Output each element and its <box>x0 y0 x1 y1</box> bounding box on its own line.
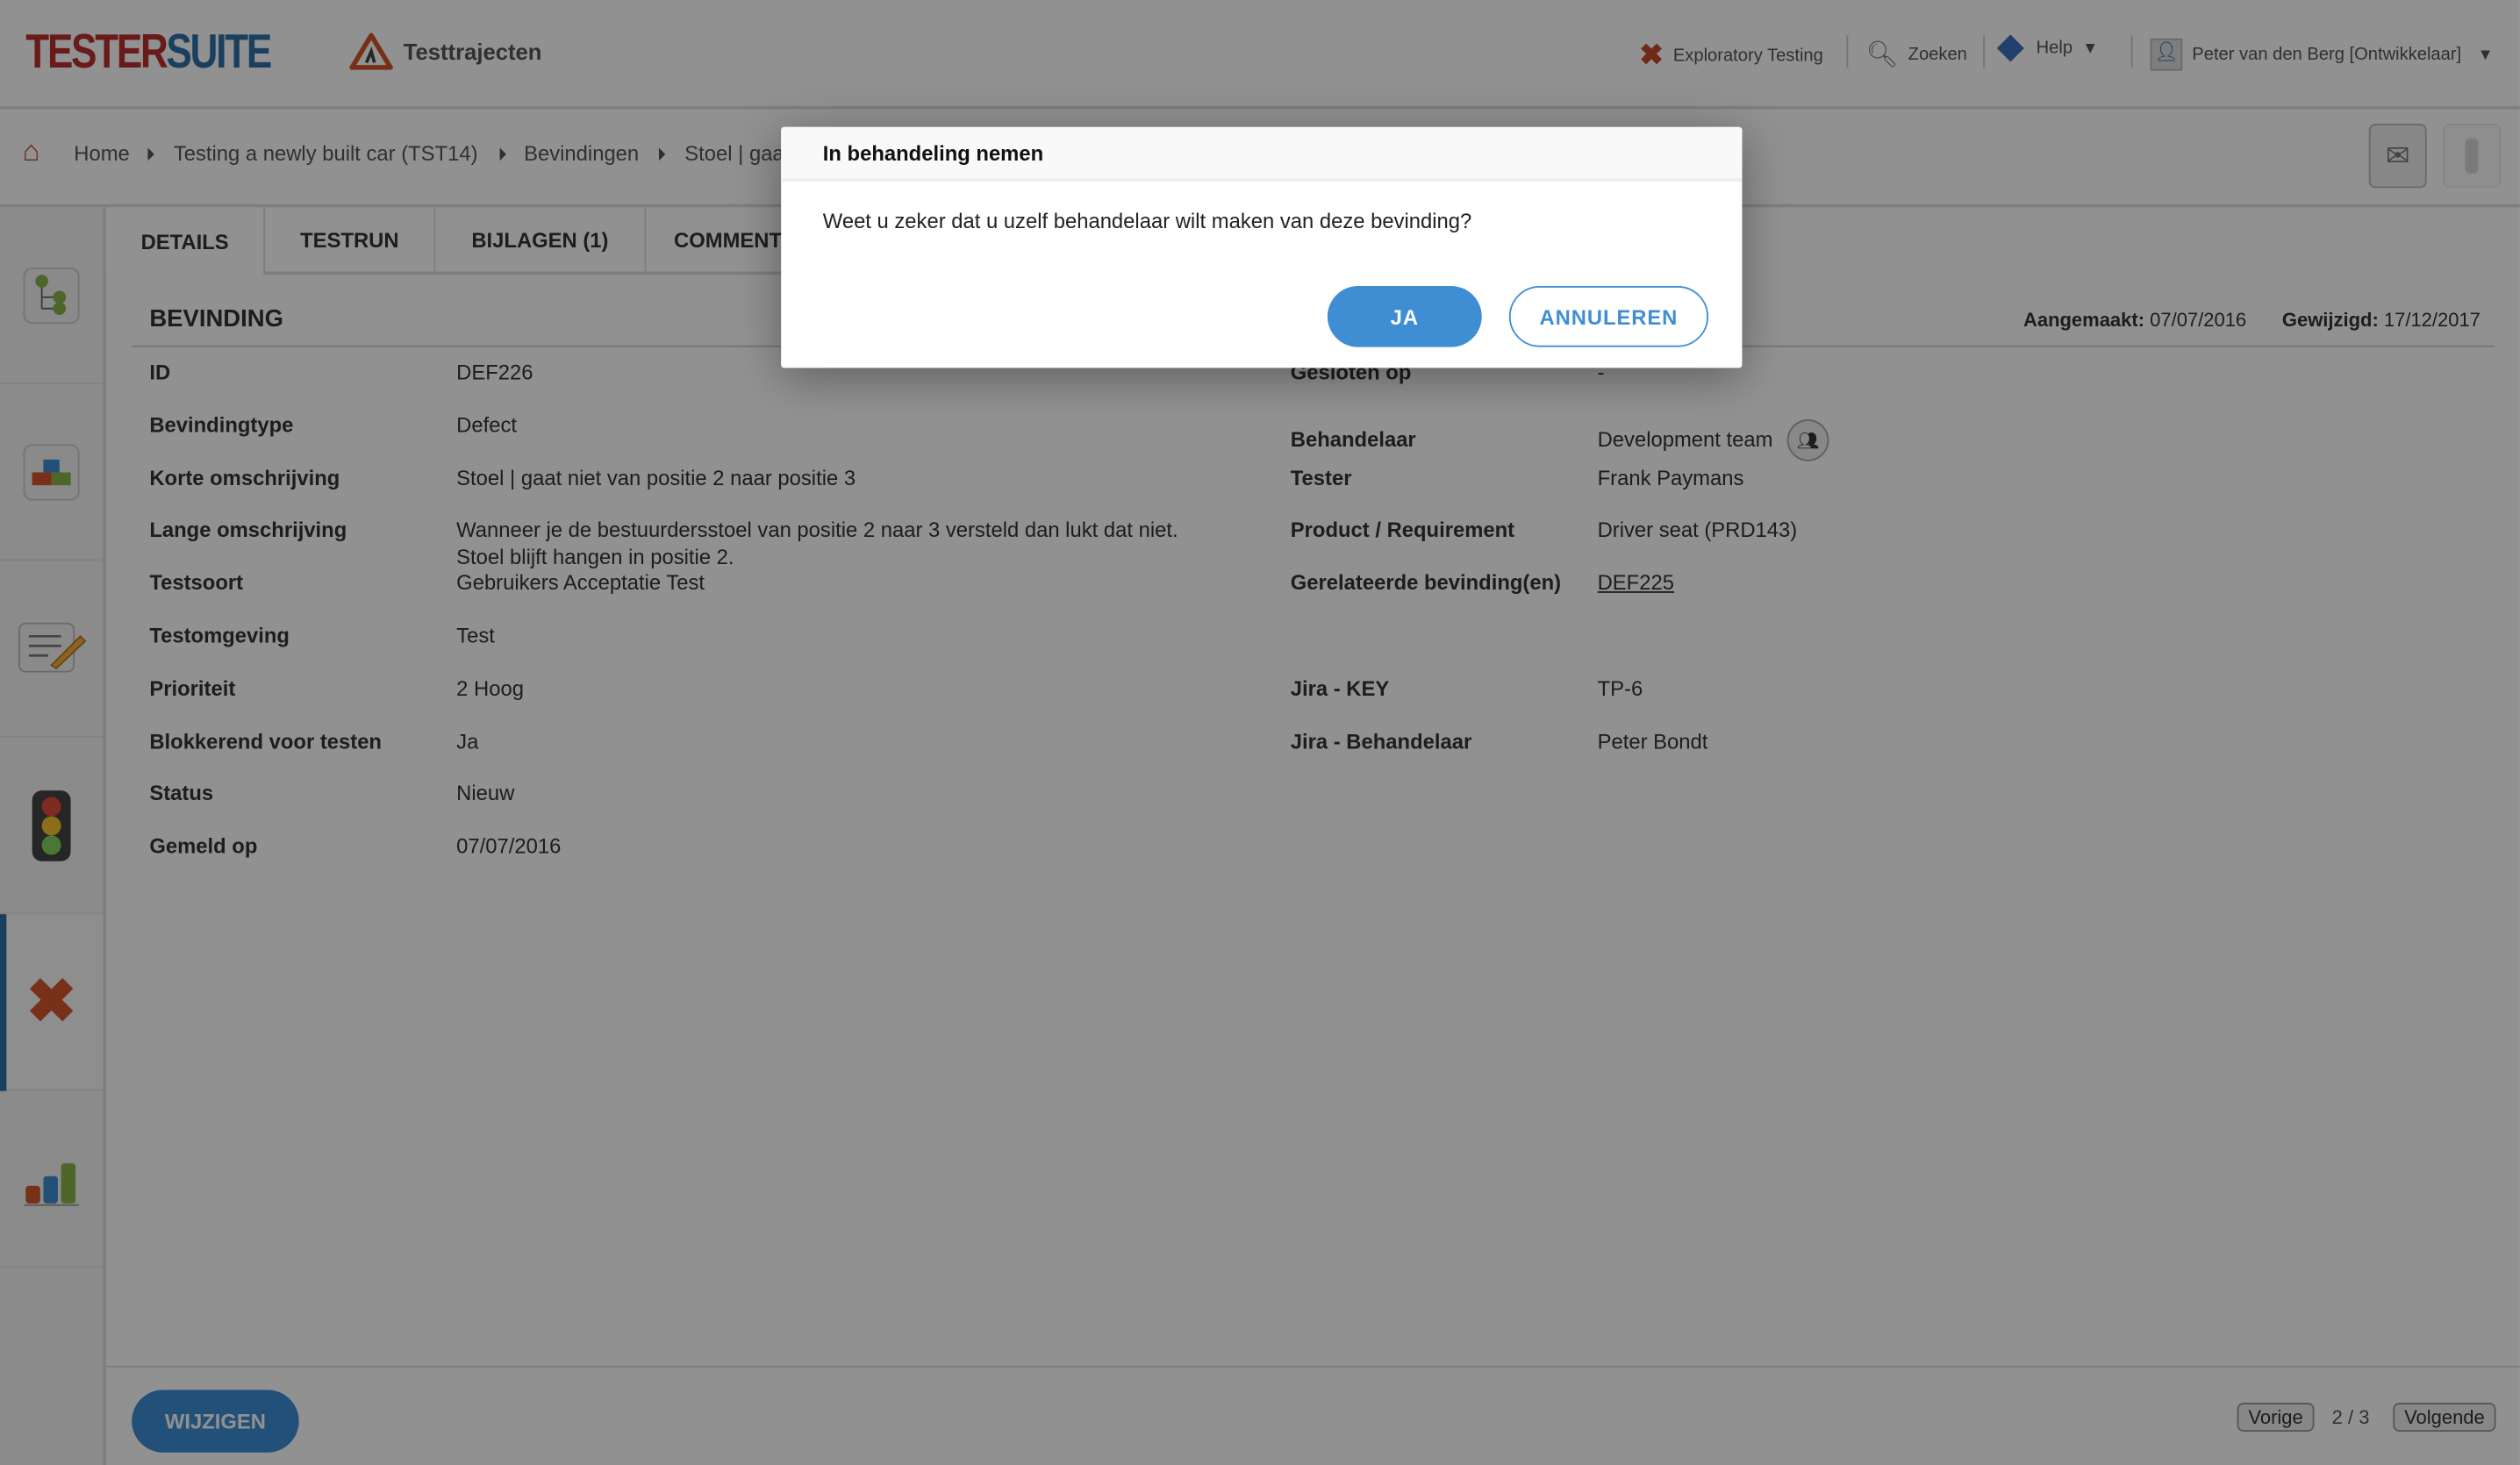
cancel-button[interactable]: ANNULEREN <box>1508 286 1708 347</box>
dialog-message: Weet u zeker dat u uzelf behandelaar wil… <box>822 209 1472 233</box>
confirm-button[interactable]: JA <box>1327 286 1482 347</box>
confirm-dialog: In behandeling nemen Weet u zeker dat u … <box>781 126 1743 368</box>
dialog-title: In behandeling nemen <box>822 141 1044 166</box>
